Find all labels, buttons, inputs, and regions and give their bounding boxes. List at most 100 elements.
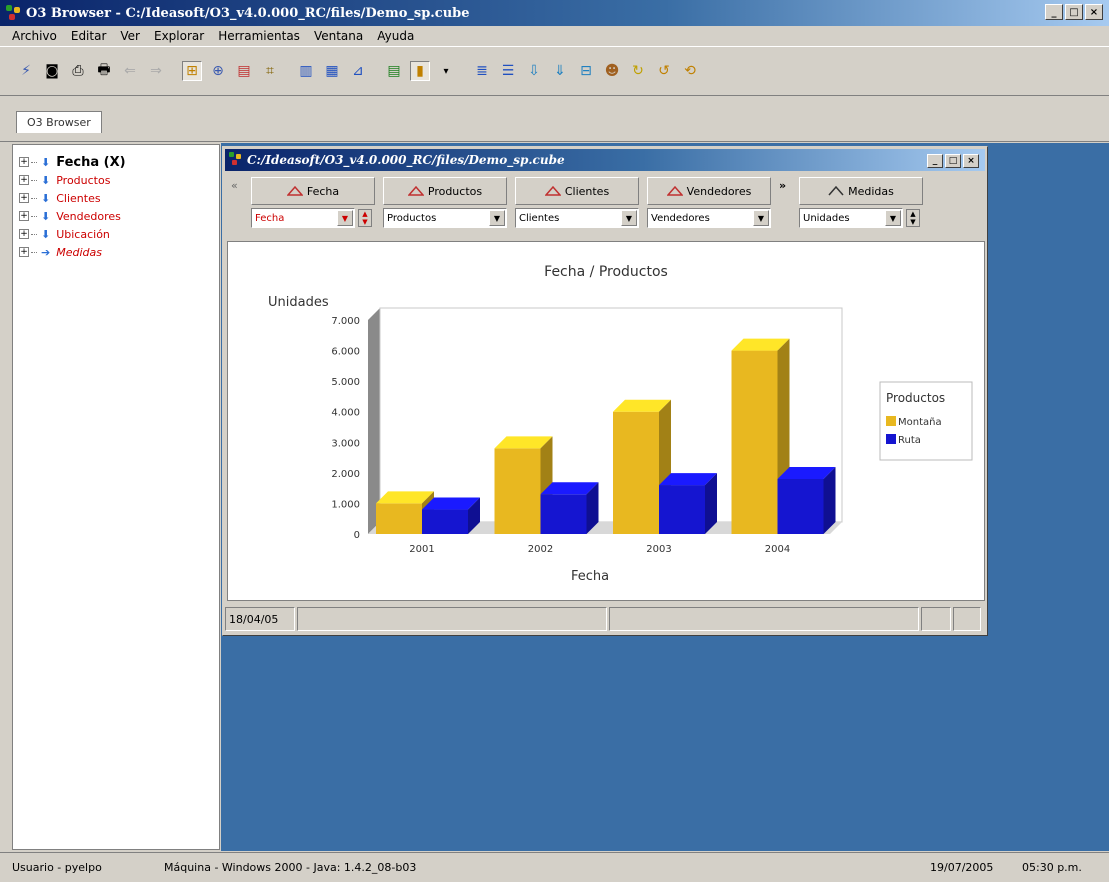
swap-icon[interactable]: ⟲ [680, 61, 700, 81]
y-tick-label: 5.000 [331, 377, 360, 388]
arrow-down-icon: ⬇ [41, 155, 51, 169]
tab-o3-browser[interactable]: O3 Browser [16, 111, 102, 133]
menu-bar: Archivo Editar Ver Explorar Herramientas… [0, 26, 1109, 46]
dim-clientes-button[interactable]: Clientes [515, 177, 639, 205]
tree-item-label: Medidas [56, 245, 102, 259]
maximize-button[interactable]: □ [1065, 4, 1083, 20]
menu-explorar[interactable]: Explorar [154, 29, 204, 43]
drill-icon[interactable]: ▤ [234, 61, 254, 81]
user-icon[interactable]: ☻ [602, 61, 622, 81]
dropdown-arrow-icon[interactable]: ▼ [337, 210, 353, 226]
filter-icon[interactable]: ⌗ [260, 61, 280, 81]
refresh-icon[interactable]: ↻ [628, 61, 648, 81]
chart-dropdown-icon[interactable]: ▾ [436, 61, 456, 81]
print-icon[interactable]: ⎙ [68, 61, 88, 81]
dim-fecha-select[interactable]: Fecha ▼ ▲ ▼ [251, 208, 372, 228]
tree-view-icon[interactable]: ⊞ [182, 61, 202, 81]
x-tick-label: 2003 [646, 544, 671, 555]
maximize-button[interactable]: □ [945, 154, 961, 168]
tree-item-ubicacion[interactable]: + ⬇ Ubicación [13, 225, 219, 243]
menu-archivo[interactable]: Archivo [12, 29, 57, 43]
tree-item-medidas[interactable]: + ➔ Medidas [13, 243, 219, 261]
tree-item-productos[interactable]: + ⬇ Productos [13, 171, 219, 189]
export-table-icon[interactable]: ⊟ [576, 61, 596, 81]
dim-vendedores-select[interactable]: Vendedores ▼ [647, 208, 771, 228]
tree-item-vendedores[interactable]: + ⬇ Vendedores [13, 207, 219, 225]
expand-icon[interactable]: + [19, 175, 29, 185]
expand-icon[interactable]: + [19, 211, 29, 221]
spinner-icon[interactable]: ▲ ▼ [906, 209, 920, 227]
dim-medidas-button[interactable]: Medidas [799, 177, 923, 205]
tree-item-label: Clientes [56, 191, 101, 205]
close-button[interactable]: × [963, 154, 979, 168]
spinner-icon[interactable]: ▲ ▼ [358, 209, 372, 227]
status-cell [921, 607, 951, 631]
expand-icon[interactable]: + [19, 247, 29, 257]
expand-icon[interactable]: + [19, 157, 29, 167]
expand-icon[interactable]: + [19, 229, 29, 239]
rotate-icon[interactable]: ↺ [654, 61, 674, 81]
legend-label: Montaña [898, 417, 942, 428]
tree-item-label: Vendedores [56, 209, 121, 223]
dim-medidas: Medidas Unidades ▼ ▲ ▼ [799, 177, 923, 228]
bar-chart: Fecha / Productos Unidades Fecha 0 1.000 2.00… [268, 264, 973, 584]
dim-fecha-button[interactable]: Fecha [251, 177, 375, 205]
menu-editar[interactable]: Editar [71, 29, 107, 43]
stacked-chart-icon[interactable]: ▦ [322, 61, 342, 81]
close-button[interactable]: × [1085, 4, 1103, 20]
dropdown-arrow-icon[interactable]: ▼ [621, 210, 637, 226]
export-icon[interactable]: ⇩ [524, 61, 544, 81]
bar-chart-icon[interactable]: ▥ [296, 61, 316, 81]
expand-icon[interactable]: + [19, 193, 29, 203]
minimize-button[interactable]: _ [1045, 4, 1063, 20]
tree-item-clientes[interactable]: + ⬇ Clientes [13, 189, 219, 207]
dim-select-value: Clientes [519, 212, 560, 224]
collapse-chevron-icon[interactable]: « [231, 179, 243, 192]
dim-label: Clientes [564, 184, 610, 198]
status-cell [953, 607, 981, 631]
dim-vendedores-button[interactable]: Vendedores [647, 177, 771, 205]
minimize-button[interactable]: _ [927, 154, 943, 168]
connect-icon[interactable]: ⚡ [16, 61, 36, 81]
line-chart-icon[interactable]: ⊿ [348, 61, 368, 81]
pivot-icon[interactable]: ⊕ [208, 61, 228, 81]
dim-clientes-select[interactable]: Clientes ▼ [515, 208, 639, 228]
cube-window-controls: _ □ × [927, 154, 979, 168]
export-chart-icon[interactable]: ⇓ [550, 61, 570, 81]
menu-herramientas[interactable]: Herramientas [218, 29, 300, 43]
y-tick-label: 6.000 [331, 347, 360, 358]
app-statusbar: Usuario - pyelpo Máquina - Windows 2000 … [0, 852, 1109, 882]
print-preview-icon[interactable]: 🖶 [94, 61, 114, 81]
back-arrow-icon[interactable]: ⇐ [120, 61, 140, 81]
table-icon[interactable]: ▤ [384, 61, 404, 81]
dropdown-arrow-icon[interactable]: ▼ [885, 210, 901, 226]
dim-productos-select[interactable]: Productos ▼ [383, 208, 507, 228]
dim-select-value: Vendedores [651, 212, 710, 224]
dropdown-arrow-icon[interactable]: ▼ [753, 210, 769, 226]
menu-ayuda[interactable]: Ayuda [377, 29, 414, 43]
align-left-icon[interactable]: ≣ [472, 61, 492, 81]
bar-front-ruta [540, 494, 587, 534]
camera-icon[interactable]: ◙ [42, 61, 62, 81]
chart-mode-icon[interactable]: ▮ [410, 61, 430, 81]
forward-arrow-icon[interactable]: ⇒ [146, 61, 166, 81]
cube-window-title: C:/Ideasoft/O3_v4.0.000_RC/files/Demo_sp… [247, 153, 565, 167]
dim-medidas-select[interactable]: Unidades ▼ ▲ ▼ [799, 208, 920, 228]
dim-label: Productos [427, 184, 483, 198]
bar-front-ruta [777, 478, 824, 534]
y-tick-label: 0 [354, 530, 360, 541]
x-axis-label: Fecha [571, 569, 609, 584]
status-date: 18/04/05 [225, 607, 295, 631]
menu-ventana[interactable]: Ventana [314, 29, 363, 43]
tree-item-fecha[interactable]: + ⬇ Fecha (X) [13, 153, 219, 171]
more-chevron-icon[interactable]: » [779, 179, 791, 192]
dim-productos-button[interactable]: Productos [383, 177, 507, 205]
menu-ver[interactable]: Ver [120, 29, 140, 43]
bar-front-ruta [659, 485, 705, 534]
arrow-down-icon: ⬇ [41, 191, 51, 205]
dropdown-arrow-icon[interactable]: ▼ [489, 210, 505, 226]
x-tick-label: 2001 [409, 544, 434, 555]
align-rows-icon[interactable]: ☰ [498, 61, 518, 81]
app-titlebar: O3 Browser - C:/Ideasoft/O3_v4.0.000_RC/… [0, 0, 1109, 26]
status-cell [297, 607, 607, 631]
